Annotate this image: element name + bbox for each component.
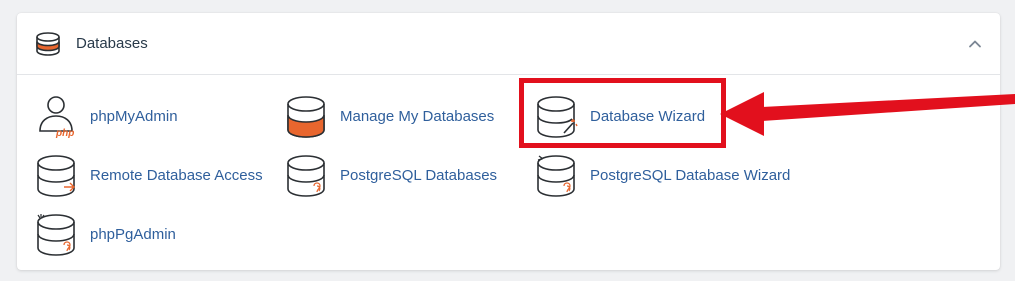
item-label: Remote Database Access <box>90 167 263 184</box>
remote-database-icon <box>37 155 75 197</box>
item-label: phpMyAdmin <box>90 108 178 125</box>
chevron-up-icon[interactable] <box>966 35 984 53</box>
item-label: PostgreSQL Database Wizard <box>590 167 791 184</box>
postgresql-databases-link[interactable]: PostgreSQL Databases <box>286 154 516 200</box>
item-label: phpPgAdmin <box>90 226 176 243</box>
item-label: PostgreSQL Databases <box>340 167 498 184</box>
annotation-arrow <box>720 92 1015 136</box>
item-label: Manage My Databases <box>340 108 495 125</box>
phppgadmin-icon <box>37 214 75 256</box>
database-stack-icon <box>36 32 60 56</box>
manage-databases-icon <box>287 96 325 138</box>
phppgadmin-link[interactable]: phpPgAdmin <box>36 213 206 259</box>
postgresql-database-wizard-link[interactable]: PostgreSQL Database Wizard <box>536 154 806 200</box>
panel-header[interactable]: Databases <box>17 13 1000 75</box>
remote-database-access-link[interactable]: Remote Database Access <box>36 154 286 200</box>
manage-my-databases-link[interactable]: Manage My Databases <box>286 95 516 141</box>
postgresql-wizard-icon <box>537 155 575 197</box>
svg-text:php: php <box>55 128 74 139</box>
panel-title: Databases <box>76 35 148 52</box>
phpmyadmin-link[interactable]: php phpMyAdmin <box>36 95 216 141</box>
highlight-box <box>519 78 726 148</box>
postgresql-database-icon <box>287 155 325 197</box>
phpmyadmin-icon: php <box>39 96 74 139</box>
